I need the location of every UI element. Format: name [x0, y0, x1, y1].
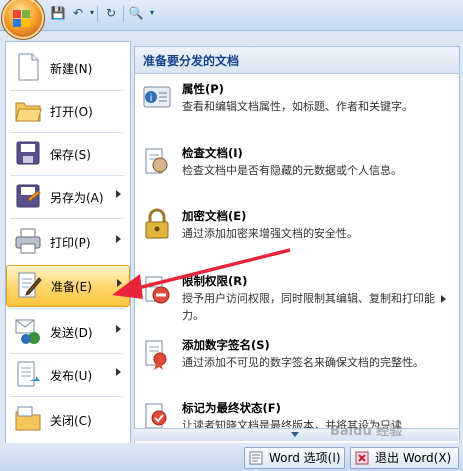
word-options-icon: [249, 451, 263, 465]
save-disk-icon: [16, 141, 40, 165]
prepare-option-inspect[interactable]: 检查文档(I) 检查文档中是否有隐藏的元数据或个人信息。: [142, 145, 454, 185]
close-folder-icon: [15, 406, 41, 431]
prepare-icon: [18, 272, 42, 298]
menu-separator: [10, 218, 124, 219]
watermark: Baidu 经验: [330, 424, 403, 439]
option-title: 属性(P): [182, 82, 224, 96]
menu-separator: [10, 396, 124, 397]
menu-item-send[interactable]: 发送(D): [6, 312, 128, 350]
menu-separator: [10, 132, 124, 133]
submenu-arrow-icon: [116, 325, 121, 333]
menu-item-prepare[interactable]: 准备(E): [6, 265, 130, 307]
submenu-arrow-icon: [441, 295, 446, 303]
digital-signature-icon: [145, 340, 167, 370]
publish-icon: [17, 361, 40, 387]
menu-item-label: 另存为(A): [50, 191, 104, 205]
menu-item-label: 新建(N): [50, 62, 93, 76]
option-title: 添加数字签名(S): [182, 338, 270, 352]
menu-item-label: 打印(P): [50, 236, 91, 250]
encrypt-lock-icon: [145, 208, 169, 239]
menu-item-label: 打开(O): [50, 105, 93, 119]
menu-item-save[interactable]: 保存(S): [6, 134, 128, 172]
option-title: 加密文档(E): [182, 209, 247, 223]
mark-final-icon: [145, 403, 167, 428]
print-icon: [15, 228, 41, 254]
prepare-option-restrict[interactable]: 限制权限(R) 授予用户访问权限，同时限制其编辑、复制和打印能力。: [142, 273, 454, 325]
menu-item-label: 关闭(C): [50, 414, 92, 428]
option-description: 通过添加加密来增强文档的安全性。: [182, 227, 358, 240]
office-logo-icon: [13, 10, 31, 28]
menu-separator: [10, 308, 124, 309]
menu-item-close[interactable]: 关闭(C): [6, 400, 128, 438]
toolbar-separator: [123, 6, 124, 22]
exit-icon: [355, 451, 369, 465]
save-icon[interactable]: 💾: [50, 5, 66, 21]
option-title: 标记为最终状态(F): [182, 401, 281, 415]
menu-item-print[interactable]: 打印(P): [6, 222, 128, 260]
save-as-icon: [16, 184, 41, 208]
submenu-arrow-icon: [116, 190, 121, 198]
menu-separator: [10, 175, 124, 176]
menu-item-save-as[interactable]: 另存为(A): [6, 177, 128, 215]
scroll-down-arrow-icon: [291, 432, 299, 437]
menu-item-label: 保存(S): [50, 148, 91, 162]
toolbar-separator: [97, 6, 98, 22]
open-folder-icon: [15, 102, 42, 122]
option-title: 限制权限(R): [182, 274, 248, 288]
svg-text:i: i: [150, 93, 153, 104]
send-icon: [15, 319, 40, 344]
submenu-arrow-icon: [116, 235, 121, 243]
submenu-arrow-icon: [116, 368, 121, 376]
right-panel-header: 准备要分发的文档: [134, 46, 460, 74]
submenu-arrow-icon: [117, 279, 122, 287]
inspect-document-icon: [145, 148, 168, 174]
option-title: 检查文档(I): [182, 146, 243, 160]
print-preview-icon[interactable]: 🔍: [128, 5, 144, 21]
prepare-option-properties[interactable]: i 属性(P) 查看和编辑文档属性，如标题、作者和关键字。: [142, 81, 454, 133]
menu-item-label: 发送(D): [50, 326, 93, 340]
customize-toolbar-icon[interactable]: ▾: [144, 5, 160, 21]
menu-separator: [10, 353, 124, 354]
option-description: 查看和编辑文档属性，如标题、作者和关键字。: [182, 100, 413, 113]
word-options-button[interactable]: Word 选项(I): [244, 447, 345, 469]
exit-word-button[interactable]: 退出 Word(X): [350, 447, 459, 469]
prepare-option-mark-final[interactable]: 标记为最终状态(F) 让读者知晓文档是最终版本，并将其设为只读: [142, 400, 454, 428]
properties-icon: i: [143, 86, 171, 108]
menu-item-new[interactable]: 新建(N): [6, 48, 128, 86]
option-description: 让读者知晓文档是最终版本，并将其设为只读: [182, 419, 402, 428]
option-description: 授予用户访问权限，同时限制其编辑、复制和打印能力。: [182, 292, 435, 322]
panel-title: 准备要分发的文档: [143, 54, 240, 68]
new-document-icon: [18, 53, 39, 81]
option-description: 通过添加不可见的数字签名来确保文档的完整性。: [182, 356, 424, 369]
option-description: 检查文档中是否有隐藏的元数据或个人信息。: [182, 164, 402, 177]
prepare-option-digital-signature[interactable]: 添加数字签名(S) 通过添加不可见的数字签名来确保文档的完整性。: [142, 337, 454, 389]
menu-item-open[interactable]: 打开(O): [6, 91, 128, 129]
menu-item-label: 发布(U): [50, 369, 93, 383]
prepare-option-encrypt[interactable]: 加密文档(E) 通过添加加密来增强文档的安全性。: [142, 208, 454, 248]
redo-icon[interactable]: ↻: [103, 5, 119, 21]
menu-item-label: 准备(E): [51, 280, 92, 294]
restrict-permission-icon: [145, 276, 170, 304]
panel-scroll-down[interactable]: [134, 428, 458, 441]
menu-item-publish[interactable]: 发布(U): [6, 355, 128, 393]
